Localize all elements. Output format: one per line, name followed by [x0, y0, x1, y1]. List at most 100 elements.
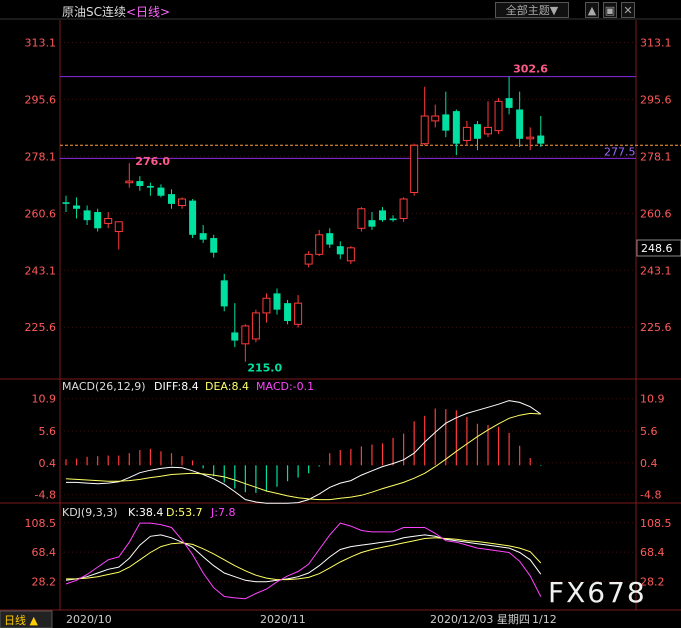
- candle-body-down: [231, 332, 239, 341]
- candle-body-down: [537, 135, 545, 144]
- period-tab-label[interactable]: 日线 ▲: [4, 613, 38, 627]
- candle-body-down: [273, 293, 281, 310]
- candle-body-up: [346, 247, 355, 262]
- candle-body-down: [379, 210, 386, 221]
- macd-diff-line: [66, 400, 542, 504]
- candle-body-down: [284, 303, 292, 322]
- window-icon[interactable]: ▣: [603, 2, 617, 18]
- macd-tick-right: -4.8: [640, 489, 661, 502]
- macd-tick-right: 5.6: [640, 425, 658, 438]
- instrument-title: 原油SC连续<日线>: [62, 3, 170, 20]
- macd-panel: [65, 400, 542, 504]
- kdj-d-value: D:53.7: [166, 506, 203, 519]
- candle-body-down: [210, 238, 218, 253]
- theme-dropdown-button[interactable]: 全部主题▼: [495, 2, 569, 18]
- price-tick-left: 225.6: [25, 321, 57, 334]
- candle-body-down: [326, 233, 334, 245]
- candle-body-up: [114, 221, 123, 233]
- candle-body-up: [494, 100, 503, 132]
- candle-body-up: [462, 126, 471, 141]
- candle-body-up: [104, 218, 113, 224]
- candle-body-down: [452, 111, 460, 144]
- candle-body-up: [410, 144, 419, 193]
- macd-tick-right: 10.9: [640, 393, 665, 406]
- macd-label: MACD(26,12,9): [62, 380, 146, 393]
- candle-body-down: [73, 205, 81, 209]
- price-tick-right: 243.1: [640, 264, 672, 277]
- collapse-icon[interactable]: ▲: [585, 2, 599, 18]
- candle-body-down: [368, 220, 376, 227]
- candle-body-up: [125, 180, 134, 184]
- left-peak-annotation: 276.0: [135, 155, 170, 168]
- candle-body-down: [94, 212, 102, 229]
- candle-body-down: [473, 124, 481, 139]
- kdj-tick-left: 68.4: [32, 546, 57, 559]
- candle-body-down: [83, 210, 91, 221]
- price-tick-right: 295.6: [640, 93, 672, 106]
- candle-body-down: [62, 202, 70, 204]
- macd-tick-right: 0.4: [640, 457, 658, 470]
- date-label: 1/12: [532, 613, 557, 626]
- candle-body-down: [157, 187, 165, 196]
- candle-body-up: [294, 302, 303, 325]
- macd-dea-value: DEA:8.4: [205, 380, 249, 393]
- period-label[interactable]: <日线>: [126, 5, 170, 19]
- candles: [62, 76, 545, 362]
- kdj-tick-left: 28.2: [32, 576, 57, 589]
- kdj-tick-right: 68.4: [640, 546, 665, 559]
- candle-body-down: [136, 181, 144, 186]
- macd-tick-left: -4.8: [35, 489, 56, 502]
- candle-body-down: [146, 185, 154, 188]
- chart-frame: [0, 18, 681, 611]
- price-tick-left: 243.1: [25, 264, 57, 277]
- candle-body-down: [199, 233, 207, 240]
- chart-labels: 313.1 313.1 295.6 295.6 278.1 278.1 260.6 260.6…: [0, 36, 681, 628]
- candle-body-up: [251, 312, 260, 340]
- candle-body-down: [220, 280, 228, 307]
- price-tick-left: 295.6: [25, 93, 57, 106]
- kdj-label: KDJ(9,3,3): [62, 506, 118, 519]
- kdj-j-line: [65, 522, 542, 600]
- price-tick-left: 278.1: [25, 150, 57, 163]
- watermark-logo: FX678: [548, 576, 647, 609]
- candle-body-up: [241, 325, 250, 345]
- kdj-panel: [65, 522, 542, 600]
- macd-hist-value: MACD:-0.1: [256, 380, 314, 393]
- macd-dea-line: [65, 412, 541, 501]
- price-tick-left: 260.6: [25, 207, 57, 220]
- date-label: 2020/12/03 星期四: [430, 613, 530, 626]
- candle-body-down: [189, 200, 197, 235]
- kdj-k-line: [65, 534, 542, 583]
- candle-body-up: [431, 115, 440, 122]
- low-annotation: 215.0: [247, 362, 282, 375]
- candle-body-up: [178, 198, 187, 207]
- chart-canvas: 313.1 313.1 295.6 295.6 278.1 278.1 260.6 260.6…: [0, 18, 681, 628]
- kdj-d-line: [66, 537, 542, 581]
- date-label: 2020/10: [66, 613, 112, 626]
- macd-diff-value: DIFF:8.4: [154, 380, 199, 393]
- candle-body-up: [262, 297, 271, 314]
- candle-body-up: [420, 115, 429, 145]
- close-icon[interactable]: ✕: [621, 2, 635, 18]
- date-label: 2020/11: [260, 613, 306, 626]
- candle-body-up: [484, 126, 492, 135]
- macd-tick-left: 10.9: [32, 393, 57, 406]
- high-annotation: 302.6: [513, 63, 548, 76]
- ref-price-annotation: 277.5: [604, 145, 636, 158]
- price-tick-right: 278.1: [640, 150, 672, 163]
- price-tick-right: 225.6: [640, 321, 672, 334]
- macd-tick-left: 0.4: [39, 457, 57, 470]
- candle-body-up: [526, 136, 535, 140]
- candle-body-down: [336, 246, 344, 255]
- price-grid: [60, 41, 681, 583]
- kdj-j-value: J:7.8: [210, 506, 235, 519]
- price-tick-right: 260.6: [640, 207, 672, 220]
- candle-body-down: [442, 114, 450, 131]
- candle-body-down: [516, 109, 524, 139]
- candle-body-down: [168, 194, 175, 204]
- candle-body-down: [505, 98, 513, 108]
- macd-tick-left: 5.6: [39, 425, 57, 438]
- kdj-k-value: K:38.4: [128, 506, 163, 519]
- candle-body-up: [357, 208, 366, 229]
- kdj-tick-left: 108.5: [25, 517, 57, 530]
